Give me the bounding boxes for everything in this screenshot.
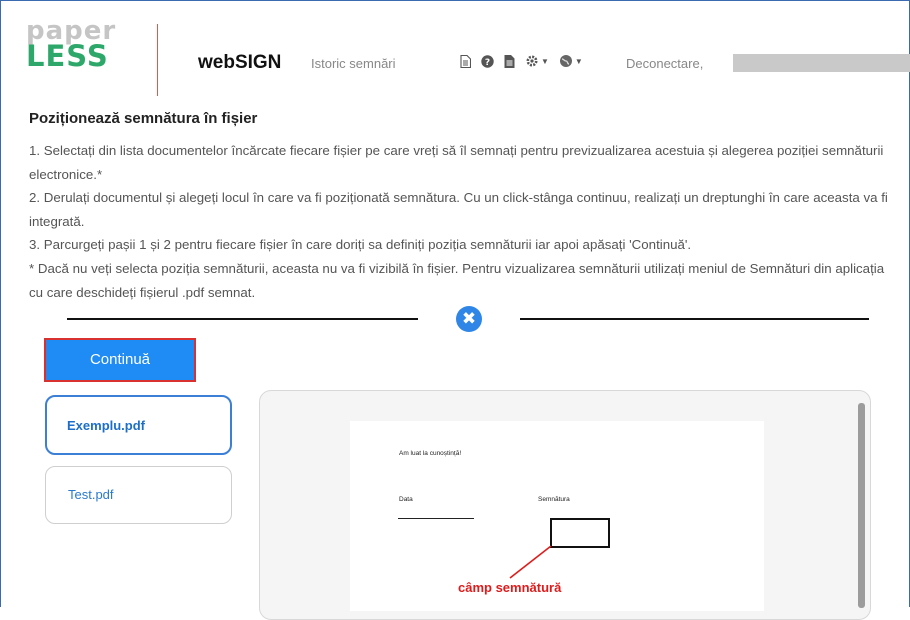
annotation-arrow: [509, 545, 552, 579]
signature-field-annotation: câmp semnătură: [458, 580, 562, 595]
